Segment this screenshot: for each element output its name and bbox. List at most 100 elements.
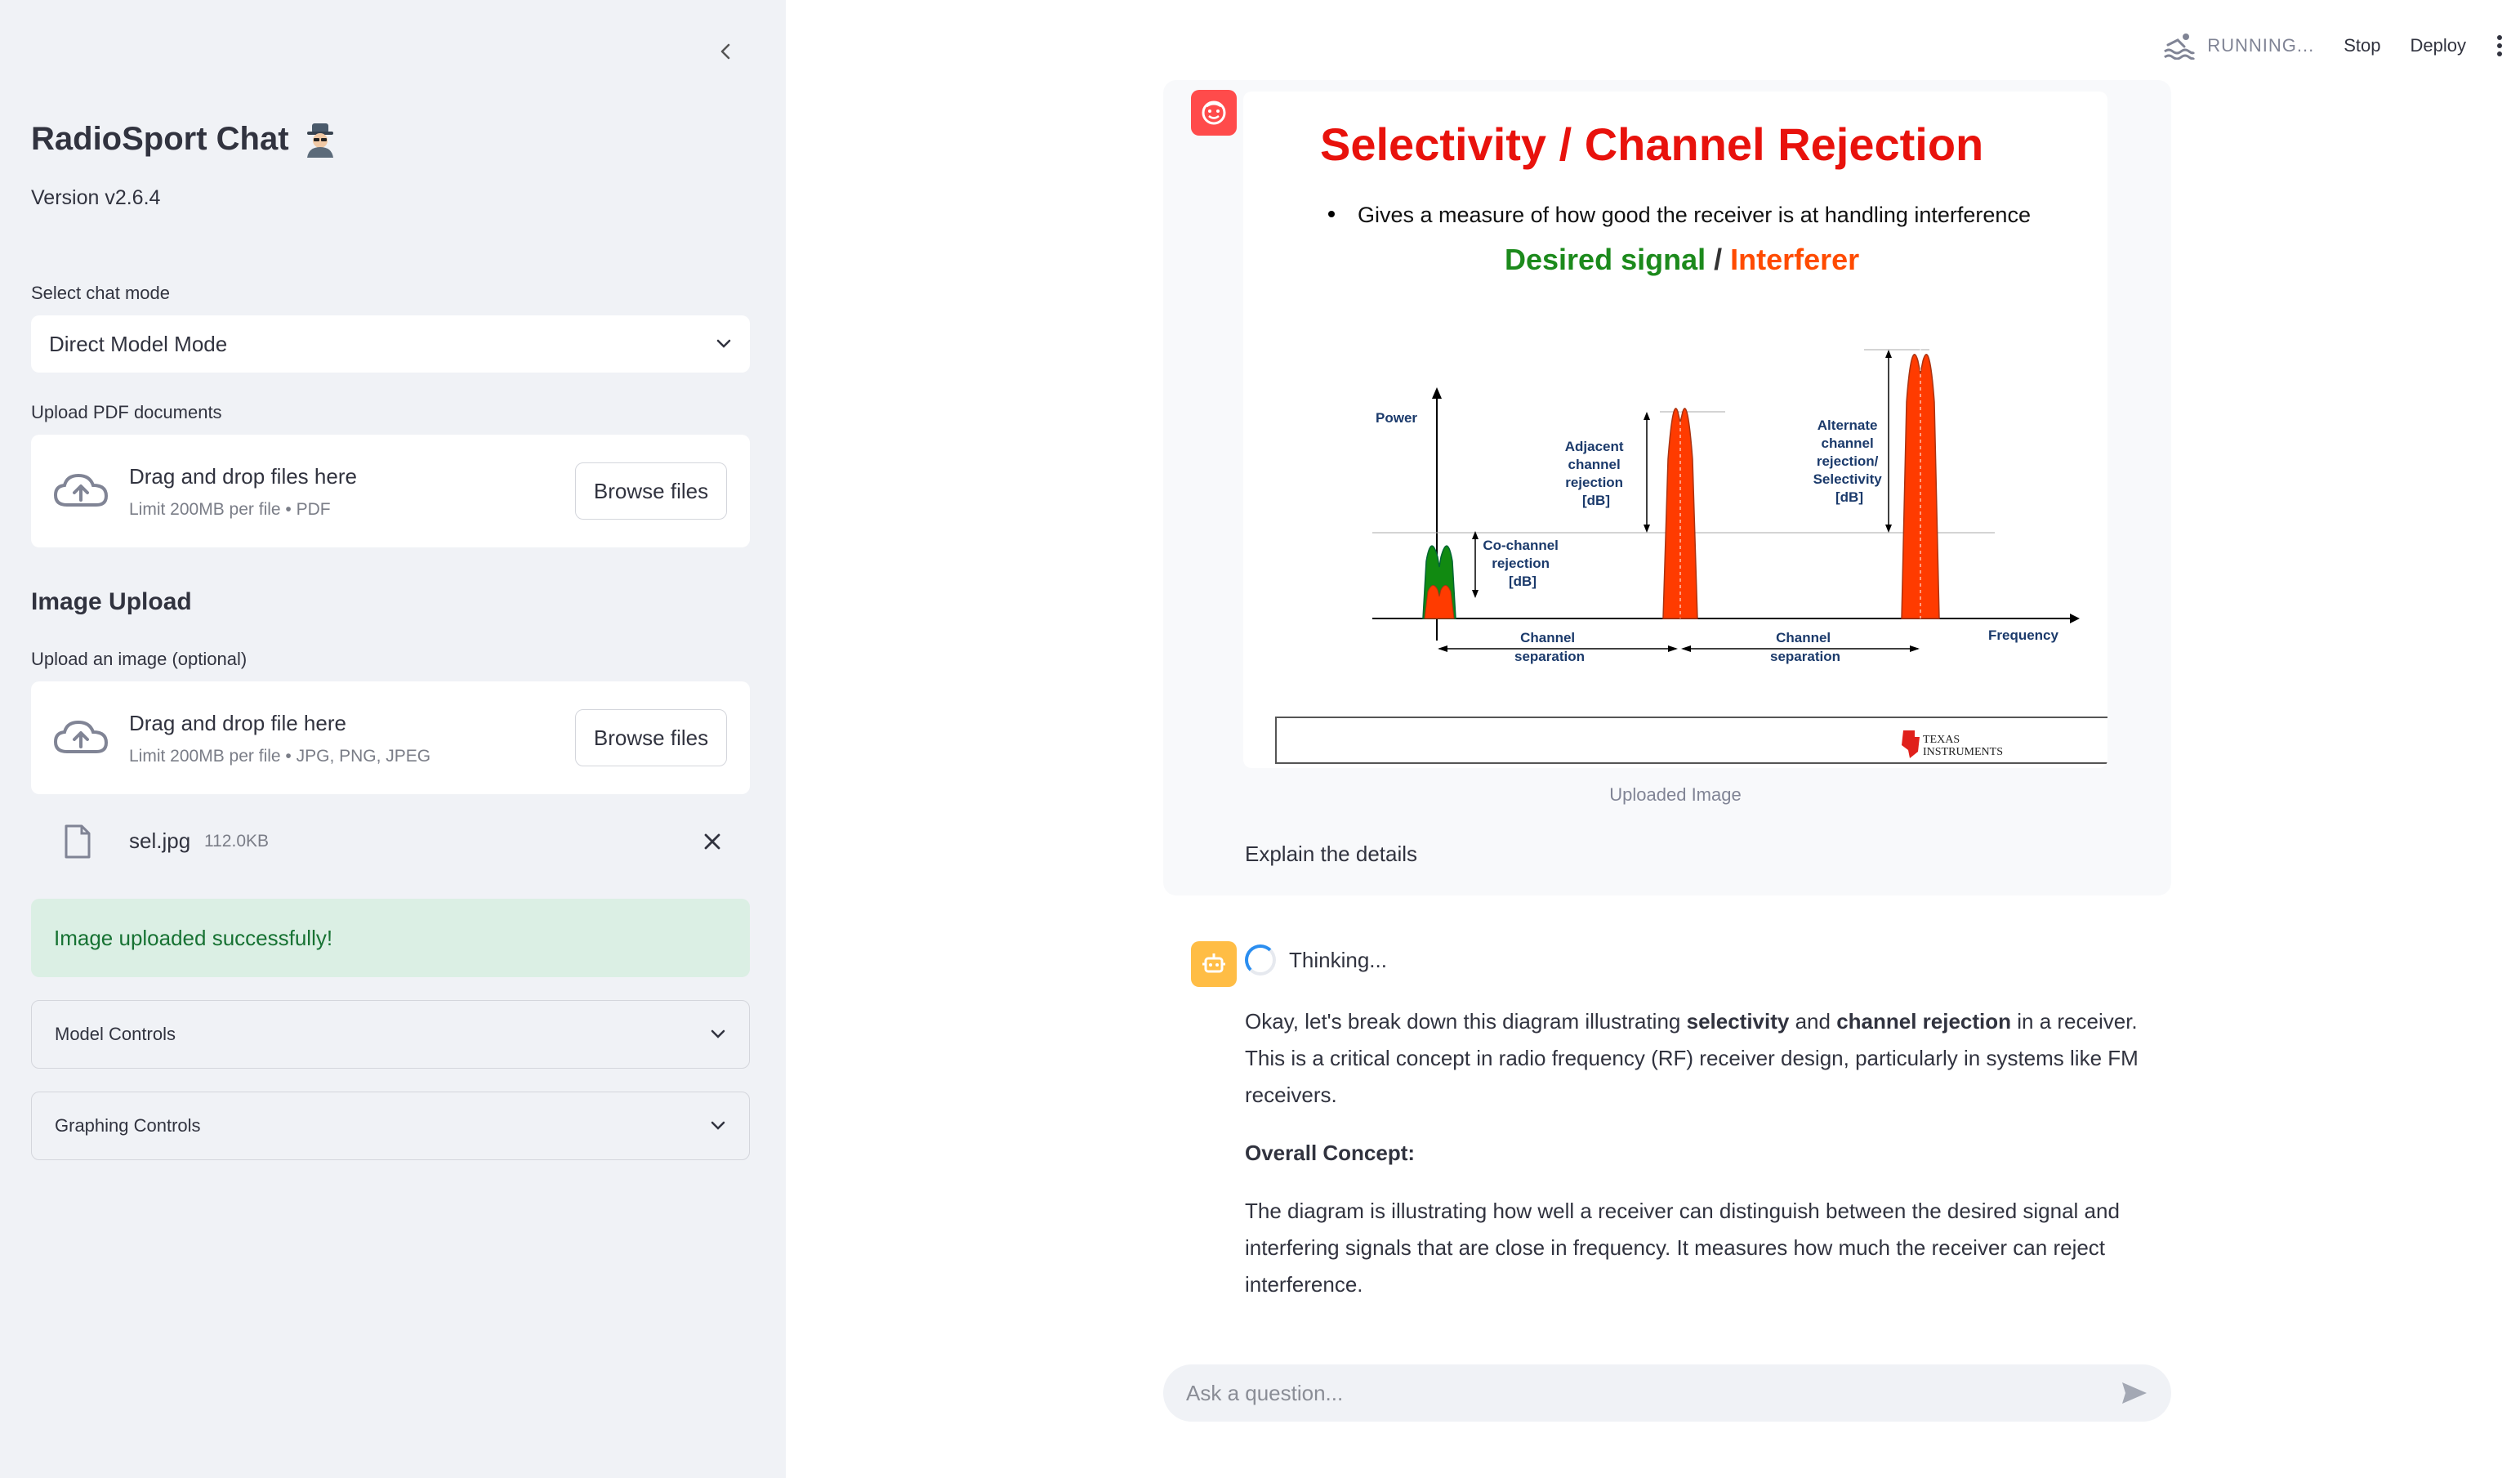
graphing-controls-expander[interactable]: Graphing Controls [31,1092,750,1160]
user-avatar [1191,90,1237,136]
separation-label-line: Channel [1776,630,1831,645]
close-icon [704,833,720,850]
adjacent-rejection-label: Adjacent channel rejection [dB] [1565,439,1628,508]
adjacent-label-line: [dB] [1582,493,1610,508]
legend-interferer: Interferer [1730,243,1859,276]
alternate-rejection-label: Alternate channel rejection/ Selectivity… [1813,418,1886,505]
reply-heading: Overall Concept: [1245,1141,1416,1165]
image-dropzone[interactable]: Drag and drop file here Limit 200MB per … [31,681,750,794]
channel-separation-label-2: Channel separation [1770,630,1840,664]
more-vertical-icon[interactable] [2495,34,2504,57]
chevron-down-icon [711,1121,725,1130]
selectivity-slide: Selectivity / Channel Rejection Gives a … [1275,118,2107,764]
image-upload-heading: Image Upload [31,588,192,615]
uploaded-file-name: sel.jpg [129,828,191,853]
legend-desired: Desired signal [1505,243,1706,276]
ti-wordmark-line: TEXAS [1923,734,1960,746]
pdf-dropzone-title: Drag and drop files here [129,464,357,489]
pdf-dropzone-limit: Limit 200MB per file • PDF [129,500,331,519]
user-message-text: Explain the details [1245,842,1418,866]
separation-label-line: Channel [1520,630,1575,645]
alternate-label-line: rejection/ [1817,453,1879,469]
alternate-label-line: channel [1822,435,1874,451]
pdf-upload-label: Upload PDF documents [31,402,222,422]
sidebar: RadioSport Chat Version v2.6.4 Select ch… [0,0,786,1478]
reply-text: and [1789,1009,1837,1034]
alternate-label-line: Selectivity [1813,471,1883,487]
assistant-reply: Okay, let's break down this diagram illu… [1245,1003,2147,1324]
image-browse-button[interactable]: Browse files [575,709,727,766]
running-status: RUNNING... [2163,32,2314,60]
chevron-left-icon [720,43,730,60]
chat-input-placeholder: Ask a question... [1186,1380,1344,1405]
adjacent-label-line: channel [1568,457,1621,472]
reply-paragraph: The diagram is illustrating how well a r… [1245,1199,2120,1297]
uploaded-file-row: sel.jpg 112.0KB [31,817,750,866]
chat-input[interactable]: Ask a question... [1163,1364,2171,1422]
image-upload-label: Upload an image (optional) [31,649,248,669]
chevron-down-icon [716,339,731,348]
slide-title: Selectivity / Channel Rejection [1320,118,1983,170]
ti-wordmark-line: INSTRUMENTS [1923,746,2003,758]
pdf-browse-button[interactable]: Browse files [575,462,727,520]
model-controls-expander[interactable]: Model Controls [31,1000,750,1069]
co-channel-label-line: Co-channel [1483,538,1559,553]
slide-bullet: Gives a measure of how good the receiver… [1358,203,2031,227]
image-caption: Uploaded Image [1609,784,1742,805]
power-axis-label: Power [1376,410,1417,426]
expander-label: Graphing Controls [55,1115,201,1136]
version-text: Version v2.6.4 [31,186,161,209]
app-title: RadioSport Chat [31,121,338,158]
power-axis-arrow [1432,387,1442,399]
chat-mode-value: Direct Model Mode [49,331,228,356]
app-title-text: RadioSport Chat [31,121,289,157]
chat-mode-select[interactable]: Direct Model Mode [31,315,750,373]
reply-bold-text: selectivity [1686,1009,1790,1034]
cloud-upload-icon [53,720,109,753]
stop-button[interactable]: Stop [2344,35,2380,56]
pdf-dropzone[interactable]: Drag and drop files here Limit 200MB per… [31,435,750,547]
uploaded-image: Selectivity / Channel Rejection Gives a … [1243,92,2107,768]
robot-icon [1202,953,1225,973]
remove-file-button[interactable] [698,827,727,856]
separation-label-line: separation [1514,649,1585,664]
chevron-down-icon [711,1029,725,1038]
upload-success-alert: Image uploaded successfully! [31,899,750,977]
detective-icon [306,123,333,158]
swimmer-icon [2164,33,2196,60]
send-icon[interactable] [2121,1381,2148,1405]
chat-mode-label: Select chat mode [31,283,170,303]
separation-label-line: separation [1770,649,1840,664]
image-dropzone-title: Drag and drop file here [129,711,346,735]
running-status-text: RUNNING... [2207,35,2315,56]
frequency-axis-label: Frequency [1988,627,2059,643]
image-dropzone-limit: Limit 200MB per file • JPG, PNG, JPEG [129,747,431,766]
assistant-avatar [1191,941,1237,987]
slide-legend: Desired signal / Interferer [1505,243,1859,276]
co-channel-label: Co-channel rejection [dB] [1483,538,1562,589]
reply-paragraph: Okay, let's break down this diagram illu… [1245,1003,2147,1114]
file-icon [65,824,91,859]
user-face-icon [1202,100,1226,125]
alternate-label-line: Alternate [1818,418,1878,433]
deploy-button[interactable]: Deploy [2411,35,2466,56]
adjacent-label-line: rejection [1565,475,1623,490]
cloud-upload-icon [53,473,109,507]
co-channel-label-line: [dB] [1509,574,1537,589]
thinking-status: Thinking... [1245,944,1387,976]
adjacent-label-line: Adjacent [1565,439,1624,454]
uploaded-file-size: 112.0KB [204,832,270,851]
expander-label: Model Controls [55,1024,176,1044]
reply-cut-heading: Key Elements of the Diagram [1245,1330,1539,1340]
legend-separator: / [1706,243,1730,276]
frequency-axis-arrow [2070,614,2080,623]
reply-text: Okay, let's break down this diagram illu… [1245,1009,1687,1034]
header-toolbar: RUNNING... Stop Deploy [2163,25,2520,67]
thinking-text: Thinking... [1289,947,1387,972]
bullet-dot [1328,211,1335,217]
co-channel-label-line: rejection [1492,556,1550,571]
alternate-label-line: [dB] [1835,489,1863,505]
channel-separation-label-1: Channel separation [1514,630,1585,664]
reply-bold-text: channel rejection [1836,1009,2012,1034]
collapse-sidebar-button[interactable] [711,36,742,67]
